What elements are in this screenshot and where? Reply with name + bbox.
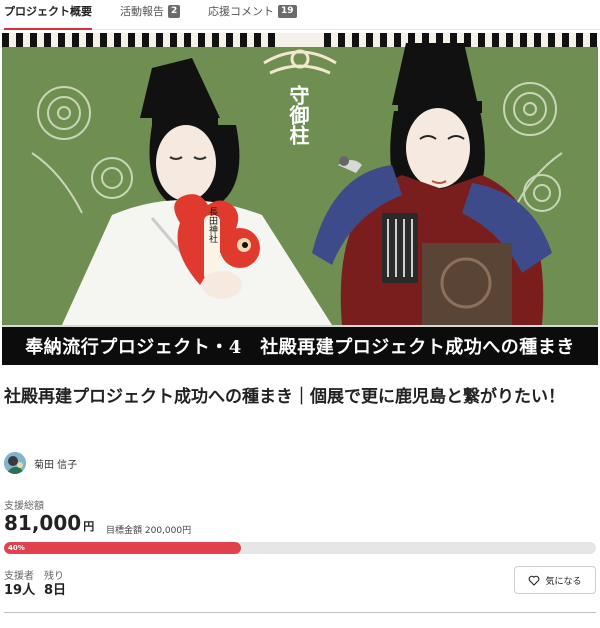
owner-name[interactable]: 菊田 信子 <box>34 456 77 471</box>
total-label: 支援総額 <box>4 501 44 512</box>
goal-amount: 目標金額 200,000円 <box>106 526 192 536</box>
tab-activity-reports-label: 活動報告 <box>120 5 164 18</box>
hero-vertical-text: 守御柱 <box>286 85 310 145</box>
tab-comments[interactable]: 応援コメント 19 <box>208 3 297 29</box>
tab-comments-label: 応援コメント <box>208 5 274 18</box>
total-amount-unit: 円 <box>83 520 95 533</box>
project-hero-image: 長田神社 守御柱 奉納流行プロジェクト・4 社殿再建プロジェクト成功への種まき <box>2 33 598 365</box>
project-owner[interactable]: 菊田 信子 <box>4 452 77 474</box>
favorite-button[interactable]: 気になる <box>514 566 596 594</box>
favorite-button-label: 気になる <box>545 576 582 587</box>
section-divider <box>4 612 596 613</box>
funding-progress-percent: 40% <box>8 544 25 552</box>
hero-caption-bar: 奉納流行プロジェクト・4 社殿再建プロジェクト成功への種まき <box>2 325 598 365</box>
funding-progress-fill: 40% <box>4 542 241 554</box>
supporters-count: 19人 <box>4 583 36 598</box>
charm-text: 長田神社 <box>207 207 218 244</box>
heart-outline-icon <box>529 575 540 586</box>
avatar-image <box>4 452 26 474</box>
hero-caption: 奉納流行プロジェクト・4 社殿再建プロジェクト成功への種まき <box>25 337 575 358</box>
project-tabs: プロジェクト概要 活動報告 2 応援コメント 19 <box>0 0 600 30</box>
activity-reports-count-badge: 2 <box>168 5 181 18</box>
active-tab-indicator <box>4 28 92 30</box>
total-amount: 81,000 円 <box>4 511 94 535</box>
project-title: 社殿再建プロジェクト成功への種まき｜個展で更に鹿児島と繋がりたい！ <box>4 387 565 407</box>
funding-progress-bar: 40% <box>4 542 596 554</box>
tab-overview-label: プロジェクト概要 <box>4 5 92 18</box>
total-amount-value: 81,000 <box>4 511 82 535</box>
tab-overview[interactable]: プロジェクト概要 <box>4 3 92 30</box>
owner-avatar[interactable] <box>4 452 26 474</box>
remaining-days: 8日 <box>44 583 67 598</box>
comments-count-badge: 19 <box>278 5 297 18</box>
tab-activity-reports[interactable]: 活動報告 2 <box>120 3 181 29</box>
hero-illustration: 長田神社 <box>2 33 598 325</box>
